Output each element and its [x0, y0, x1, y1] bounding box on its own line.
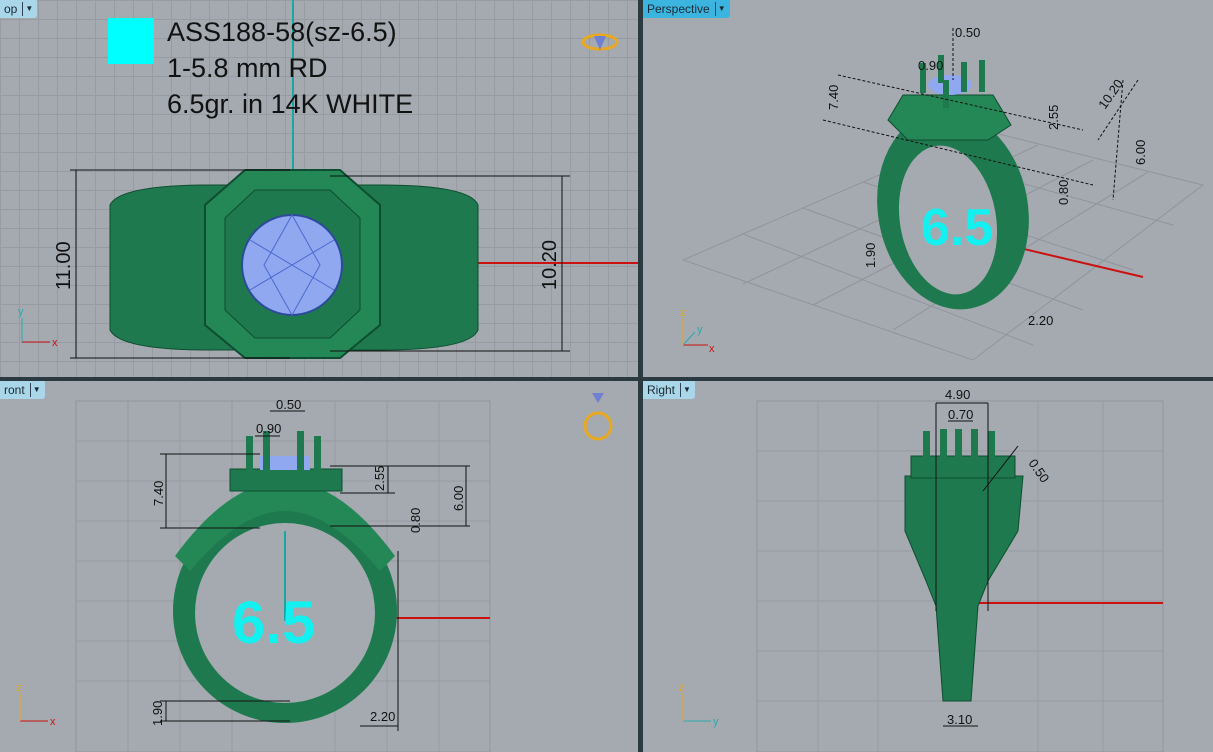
dimension-label: z — [679, 682, 685, 694]
dimension-label: 3.10 — [947, 712, 972, 727]
axis-triad: x z — [16, 682, 56, 728]
dimension-label: 0.50 — [955, 25, 980, 40]
dimension-label: y — [18, 306, 24, 318]
perspective-canvas: 0.50 0.90 7.40 2.55 6.00 0.80 2.20 1.90 … — [680, 25, 1205, 361]
dimension-label: z — [16, 682, 22, 694]
chevron-down-icon[interactable]: ▼ — [22, 2, 35, 16]
viewport-tab-right[interactable]: Right ▼ — [643, 381, 696, 399]
dimension-label: 0.80 — [408, 508, 423, 533]
viewport-tab-front[interactable]: ront ▼ — [0, 381, 45, 399]
ring-top-model — [109, 169, 479, 359]
ring-right-model — [904, 429, 1024, 702]
ring-size-label: 6.5 — [921, 199, 993, 257]
ring-size-label: 6.5 — [232, 589, 315, 656]
model-name: ASS188-58(sz-6.5) — [167, 17, 397, 47]
dimension-label: x — [709, 343, 715, 355]
dimension-label: 2.55 — [1046, 105, 1061, 130]
axis-triad: y z — [679, 682, 719, 728]
dimension-label: 0.90 — [918, 58, 943, 73]
dimension-label: 7.40 — [826, 85, 841, 110]
viewport-front[interactable]: 0.50 0.90 7.40 2.55 6.00 0.80 1.90 2.20 … — [0, 381, 638, 752]
color-swatch — [108, 18, 154, 64]
dimension-label: 7.40 — [151, 481, 166, 506]
viewport-top[interactable]: 11.00 10.20 x y ASS188-58(sz-6.5) 1-5.8 … — [0, 0, 638, 377]
dimension-label: x — [50, 716, 56, 728]
model-info: ASS188-58(sz-6.5) 1-5.8 mm RD 6.5gr. in … — [167, 14, 413, 122]
chevron-down-icon[interactable]: ▼ — [714, 2, 728, 16]
dimension-label: 6.00 — [451, 486, 466, 511]
viewport-tab-top[interactable]: op ▼ — [0, 0, 38, 18]
ring-icon — [581, 33, 619, 51]
dimension-label: 0.50 — [276, 397, 301, 412]
chevron-down-icon[interactable]: ▼ — [680, 383, 693, 397]
dimension-label: y — [713, 716, 719, 728]
dimension-label: 2.20 — [370, 709, 395, 724]
ring-icon — [583, 393, 613, 441]
dimension-label: 6.00 — [1133, 140, 1148, 165]
axis-triad: x y z — [680, 307, 715, 355]
axis-triad: x y — [18, 306, 58, 349]
dimension-label: 0.70 — [948, 407, 973, 422]
dimension-label: 2.55 — [372, 466, 387, 491]
weight-spec: 6.5gr. in 14K WHITE — [167, 89, 414, 119]
ring-perspective-model — [877, 55, 1029, 310]
viewport-right[interactable]: 4.90 0.70 0.50 3.10 y z Right ▼ — [643, 381, 1213, 752]
stone-spec: 1-5.8 mm RD — [167, 53, 328, 83]
dimension-label: 10.20 — [1095, 76, 1126, 111]
dimension-label: 0.80 — [1056, 180, 1071, 205]
dimension-label: x — [52, 337, 58, 349]
dimension-label: z — [680, 307, 686, 319]
dimension-label: 1.90 — [863, 243, 878, 268]
front-canvas: 0.50 0.90 7.40 2.55 6.00 0.80 1.90 2.20 … — [16, 393, 613, 752]
dimension-label: 0.50 — [1026, 456, 1053, 485]
dimension-label: 0.90 — [256, 421, 281, 436]
dim-11-00: 11.00 — [53, 241, 75, 290]
viewport-perspective[interactable]: 0.50 0.90 7.40 2.55 6.00 0.80 2.20 1.90 … — [643, 0, 1213, 377]
dimension-label: 4.90 — [945, 387, 970, 402]
chevron-down-icon[interactable]: ▼ — [29, 383, 43, 397]
dimension-label: 2.20 — [1028, 313, 1053, 328]
dimension-label: y — [697, 324, 703, 336]
right-canvas: 4.90 0.70 0.50 3.10 y z — [679, 387, 1164, 752]
dimension-label: 1.90 — [150, 701, 165, 726]
viewport-tab-perspective[interactable]: Perspective ▼ — [643, 0, 730, 18]
dim-10-20: 10.20 — [539, 240, 561, 290]
